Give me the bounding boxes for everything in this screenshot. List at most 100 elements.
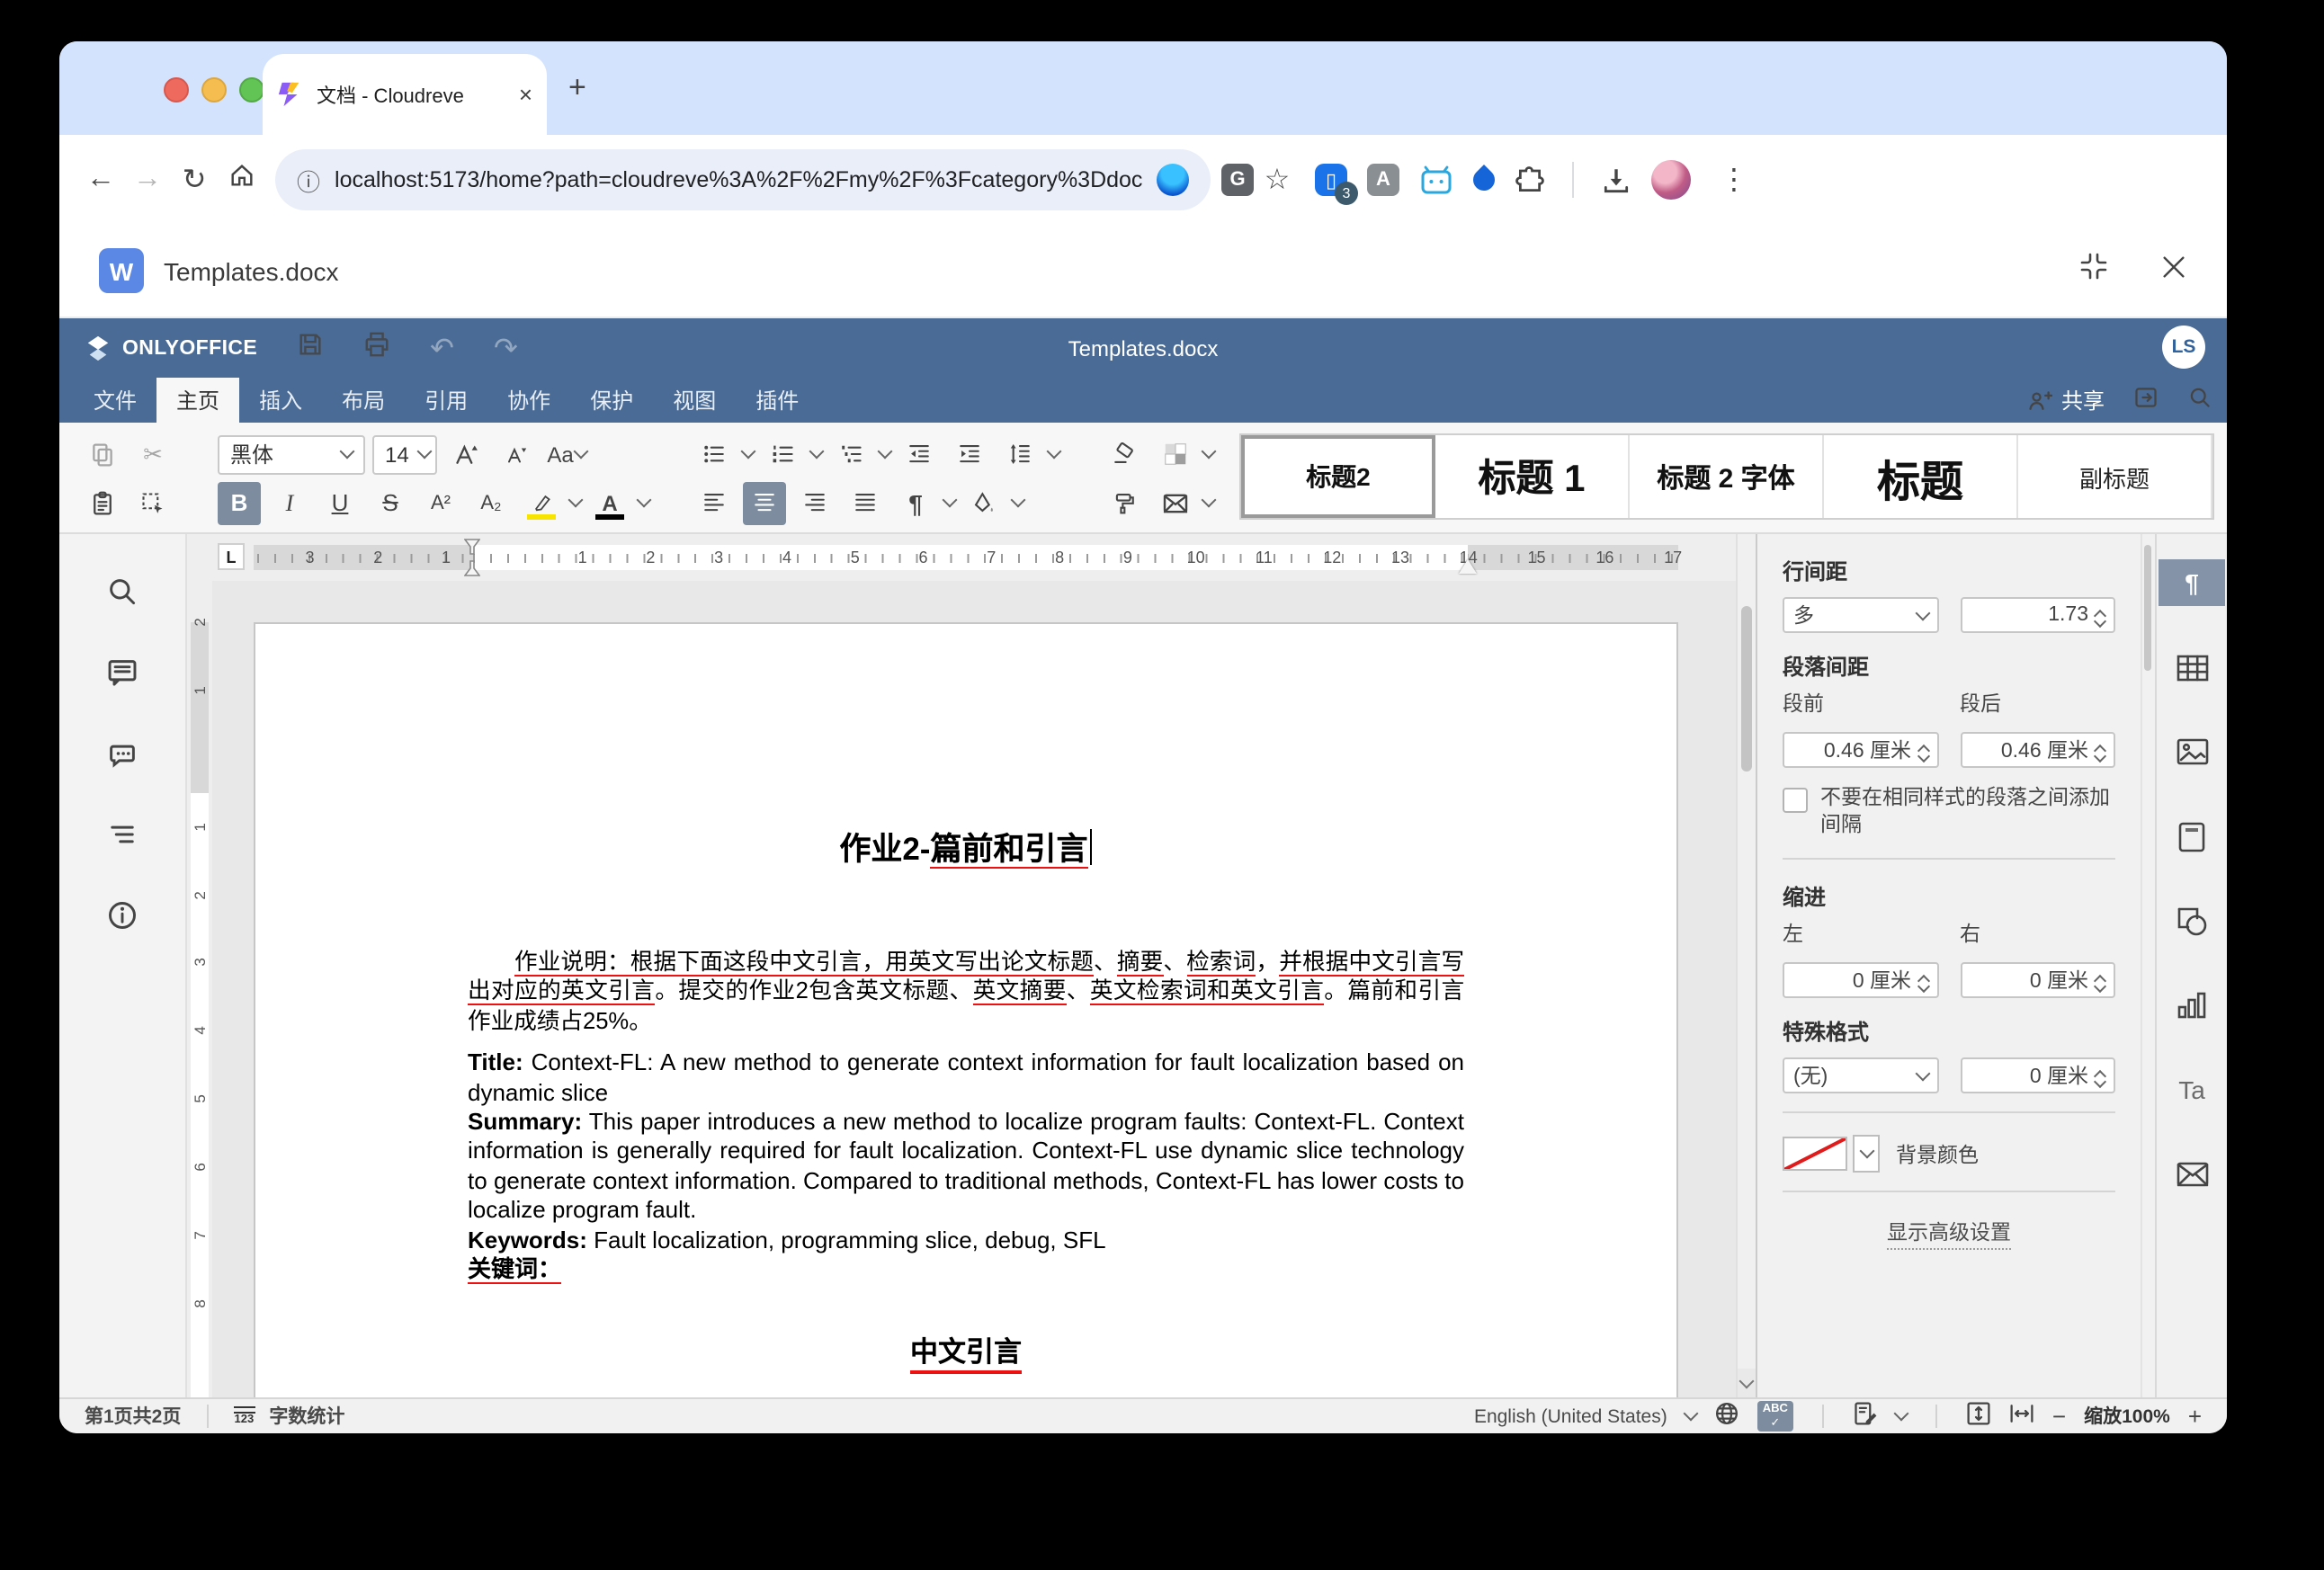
browser-menu-kebab-icon[interactable]: ⋮ [1711,162,1757,198]
numbered-list-arrow[interactable] [809,444,825,459]
font-color-button[interactable]: A [588,481,631,524]
zoom-out-icon[interactable]: − [2052,1403,2066,1430]
comments-icon[interactable] [104,655,140,691]
multilevel-list-icon[interactable] [829,433,872,476]
decrease-indent-icon[interactable] [898,433,941,476]
shading-icon[interactable] [962,481,1006,524]
special-format-stepper[interactable]: 0 厘米 [1960,1057,2115,1093]
underline-button[interactable]: U [318,481,362,524]
style-preset[interactable]: 标题 1 [1435,435,1630,518]
language-selector[interactable]: English (United States) [1474,1405,1667,1427]
scroll-down-icon[interactable] [1738,1369,1756,1397]
fit-width-icon[interactable] [2009,1401,2034,1432]
copy-icon[interactable] [81,433,124,476]
paragraph-marks-arrow[interactable] [943,493,958,508]
vertical-ruler[interactable]: 2112345678 [187,534,212,1397]
spellcheck-icon[interactable]: ABC✓ [1757,1402,1793,1432]
table-settings-icon[interactable] [2159,644,2225,691]
change-case-icon[interactable]: Aa [545,433,588,476]
right-indent-marker[interactable] [1459,559,1477,574]
redo-icon[interactable]: ↷ [494,330,518,366]
page-indicator[interactable]: 第1页共2页 [85,1403,181,1430]
chat-icon[interactable] [104,736,140,772]
mail-merge-settings-icon[interactable] [2159,1151,2225,1198]
align-right-icon[interactable] [793,481,836,524]
tab-close-icon[interactable]: × [519,83,532,106]
extensions-puzzle-icon[interactable] [1515,165,1545,195]
mail-merge-icon[interactable] [1153,481,1196,524]
line-spacing-icon[interactable] [998,433,1041,476]
menu-tab[interactable]: 布局 [322,378,405,423]
forward-icon[interactable]: → [124,164,171,196]
show-paragraph-marks-icon[interactable]: ¶ [894,481,937,524]
set-language-globe-icon[interactable] [1714,1401,1739,1432]
document-page[interactable]: 作业2-篇前和引言 作业说明：根据下面这段中文引言，用英文写出论文标题、摘要、检… [254,622,1678,1397]
advanced-settings-link[interactable]: 显示高级设置 [1783,1218,2115,1246]
site-info-icon[interactable]: ⓘ [297,163,320,197]
decrease-font-icon[interactable] [495,433,538,476]
select-all-icon[interactable] [131,481,174,524]
share-button[interactable]: 共享 [2027,385,2105,415]
address-bar[interactable]: ⓘ localhost:5173/home?path=cloudreve%3A%… [275,149,1211,210]
strikethrough-button[interactable]: S [369,481,412,524]
browser-assistant-icon[interactable] [1157,164,1189,196]
bold-button[interactable]: B [218,481,261,524]
line-spacing-select[interactable]: 多 [1783,597,1938,633]
panel-scrollbar-thumb[interactable] [2144,545,2151,671]
bookmark-star-icon[interactable]: ☆ [1254,162,1301,198]
bilibili-icon[interactable] [1419,165,1453,195]
canvas-scrollbar[interactable] [1736,534,1756,1397]
image-settings-icon[interactable] [2159,728,2225,775]
align-center-icon[interactable] [743,481,786,524]
menu-tab[interactable]: 引用 [405,378,487,423]
italic-button[interactable]: I [268,481,311,524]
close-preview-icon[interactable] [2160,253,2187,289]
indent-right-stepper[interactable]: 0 厘米 [1960,962,2115,998]
menu-tab[interactable]: 插件 [736,378,818,423]
header-footer-settings-icon[interactable] [2159,813,2225,860]
font-name-select[interactable]: 黑体 [218,434,365,474]
paste-icon[interactable] [81,481,124,524]
cell-color-grid-icon[interactable] [1153,433,1196,476]
headings-navigation-icon[interactable] [104,816,140,852]
special-format-select[interactable]: (无) [1783,1057,1938,1093]
cell-color-arrow[interactable] [1202,444,1217,459]
style-preset[interactable]: 副标题 [2018,435,2212,518]
cut-icon[interactable]: ✂ [131,433,174,476]
style-preset[interactable]: 标题 [1824,435,2018,518]
menu-tab[interactable]: 文件 [74,378,156,423]
style-preset[interactable]: 标题 2 字体 [1630,435,1824,518]
zoom-in-icon[interactable]: + [2188,1403,2202,1430]
menu-tab[interactable]: 保护 [570,378,653,423]
fit-page-icon[interactable] [1966,1401,1991,1432]
save-icon[interactable] [297,330,324,366]
menu-tab[interactable]: 视图 [653,378,736,423]
reload-icon[interactable]: ↻ [171,162,218,198]
translate-icon[interactable]: G [1221,164,1254,196]
fullscreen-window-button[interactable] [239,77,264,103]
about-info-icon[interactable] [104,897,140,933]
language-selector-arrow[interactable] [1683,1406,1698,1422]
back-icon[interactable]: ← [77,164,124,196]
home-icon[interactable] [218,162,264,198]
shape-settings-icon[interactable] [2159,897,2225,944]
user-avatar[interactable]: LS [2162,326,2205,369]
downloads-icon[interactable] [1601,165,1631,195]
search-icon[interactable] [2187,385,2212,415]
open-file-location-icon[interactable] [2133,385,2159,415]
line-spacing-amount-stepper[interactable]: 1.73 [1960,597,2115,633]
chart-settings-icon[interactable] [2159,982,2225,1029]
text-art-settings-icon[interactable]: Ta [2159,1066,2225,1113]
style-preset[interactable]: 标题2 [1241,435,1435,518]
copy-style-roller-icon[interactable] [1103,481,1146,524]
spacing-before-stepper[interactable]: 0.46 厘米 [1783,732,1938,768]
shading-arrow[interactable] [1011,493,1026,508]
paragraph-settings-icon[interactable]: ¶ [2159,559,2225,606]
menu-tab[interactable]: 插入 [239,378,322,423]
increase-font-icon[interactable] [444,433,487,476]
line-spacing-arrow[interactable] [1047,444,1062,459]
clear-style-icon[interactable] [1103,433,1146,476]
background-color-arrow[interactable] [1853,1135,1880,1173]
no-space-same-style-checkbox[interactable] [1783,788,1808,813]
horizontal-ruler[interactable]: L 3211234567891011121314151617 [212,534,1756,581]
